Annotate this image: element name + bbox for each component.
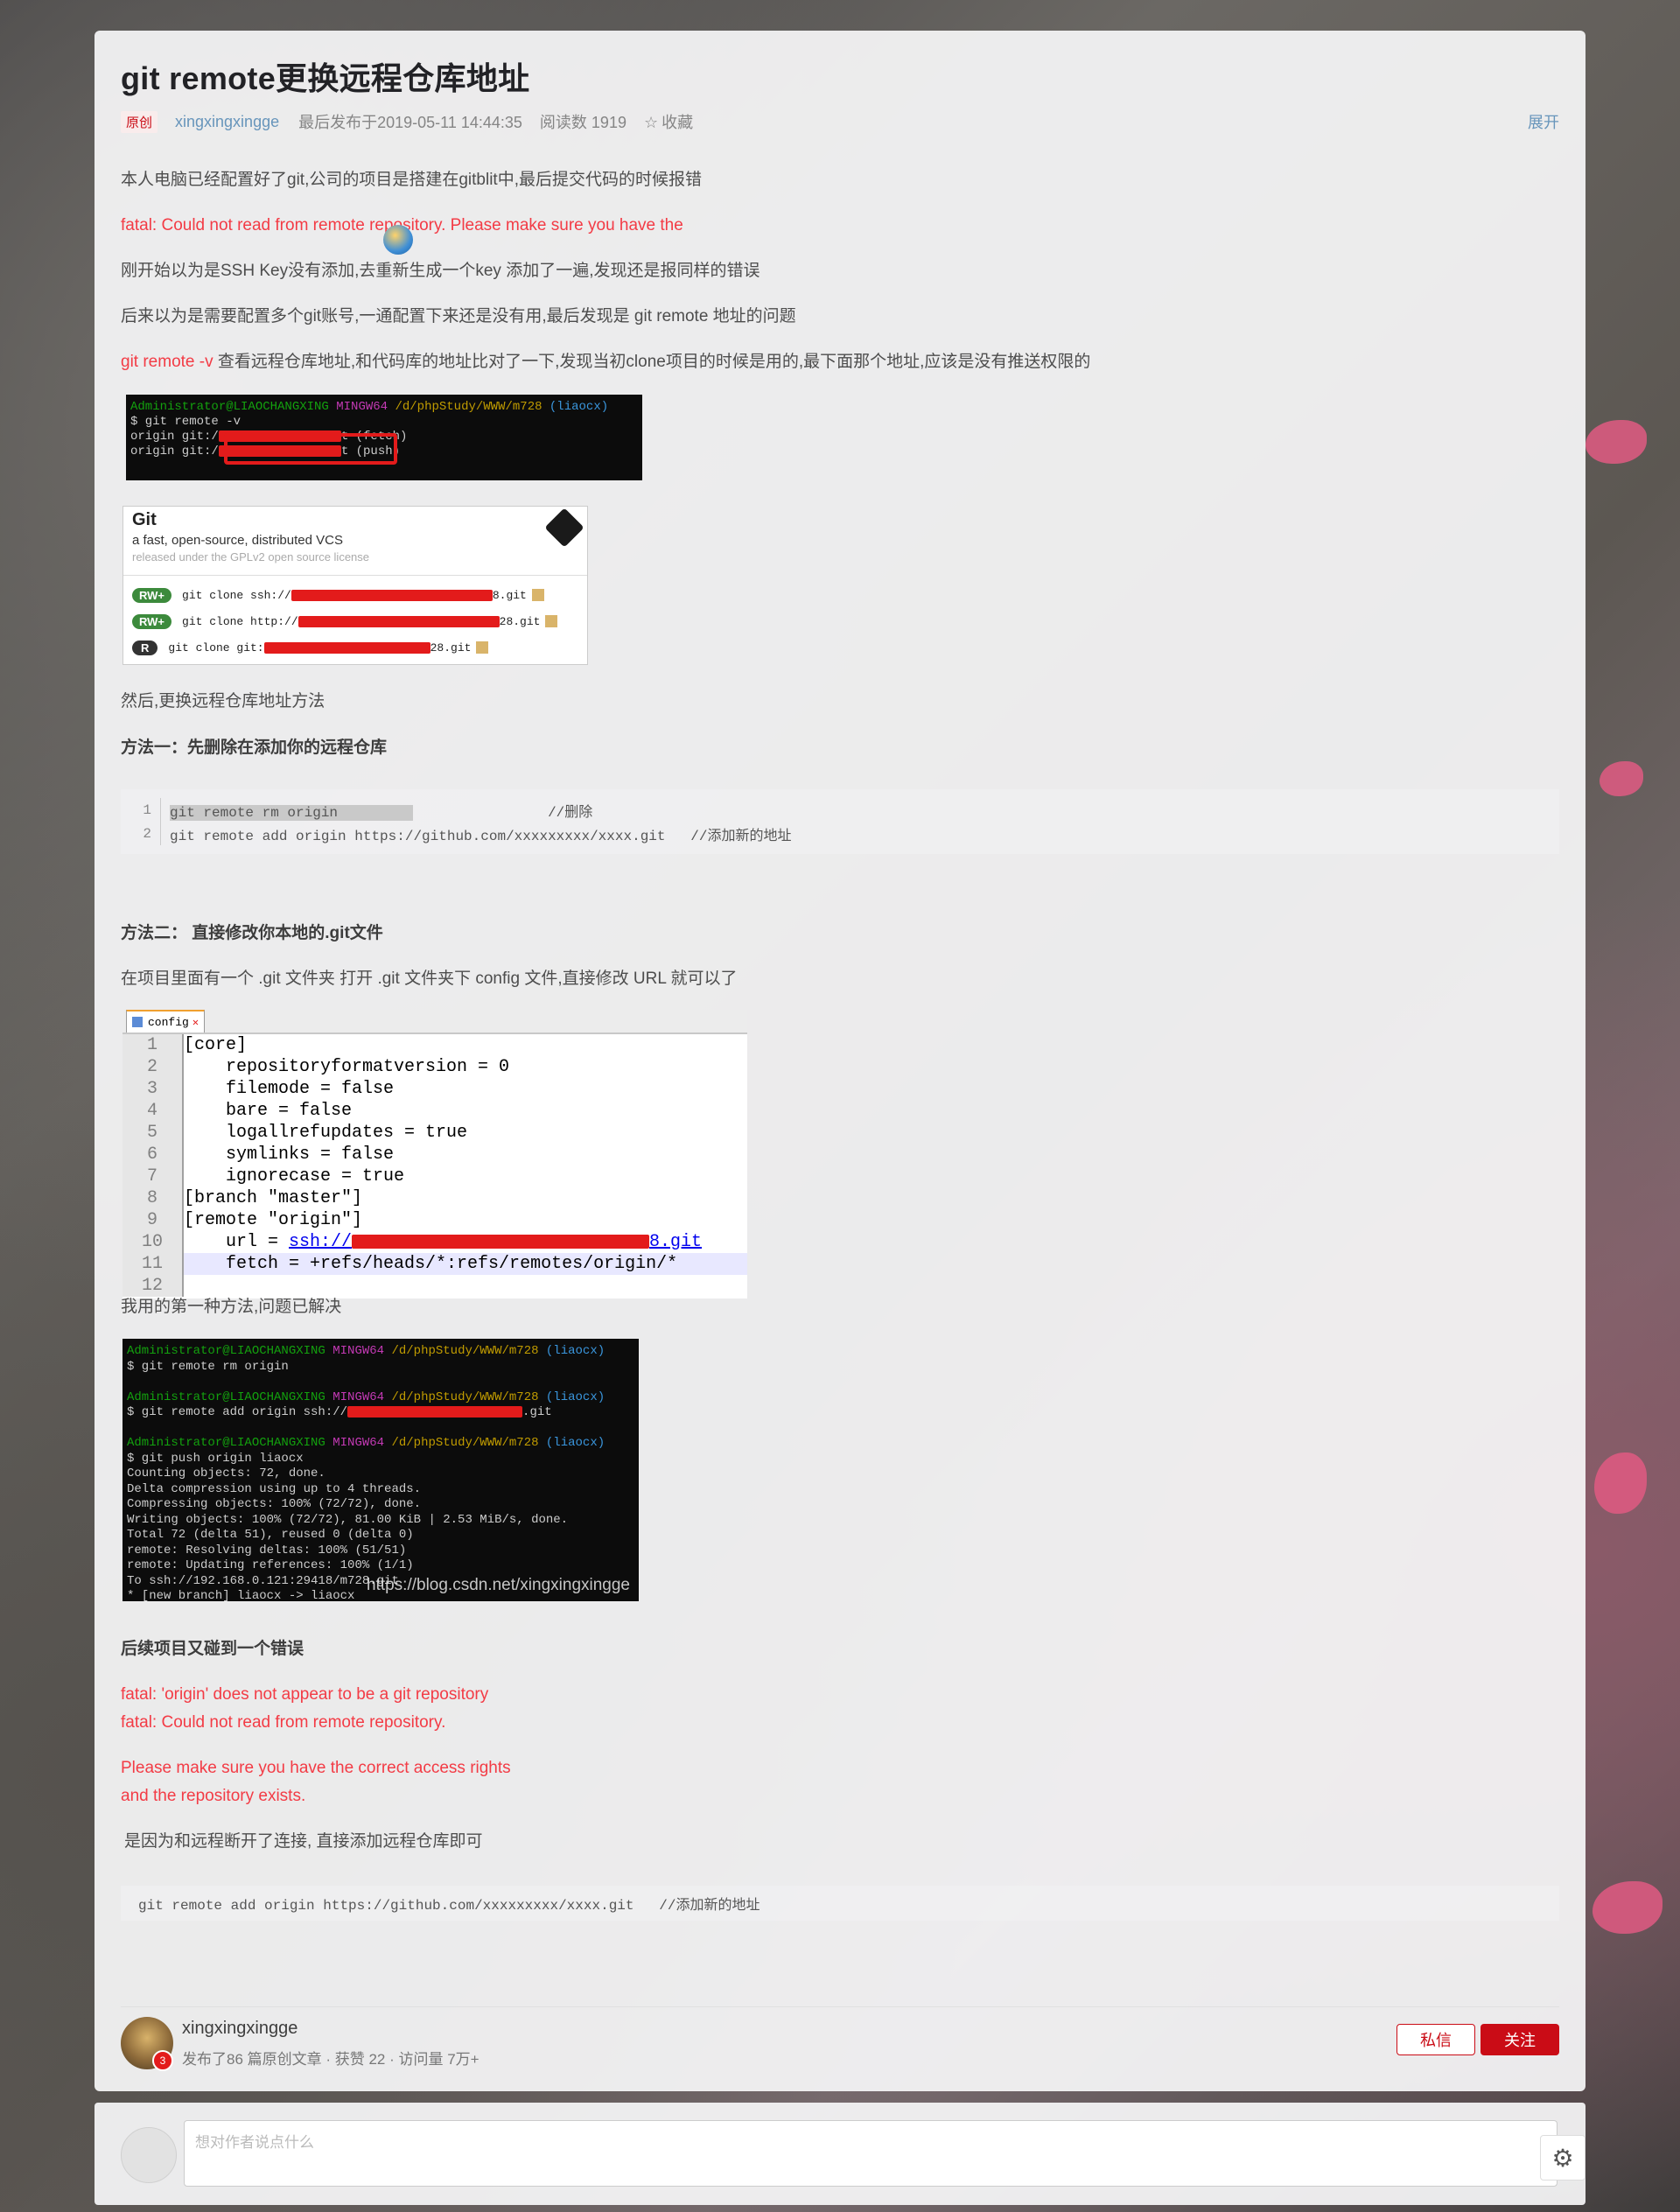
error-line: and the repository exists. bbox=[121, 1787, 306, 1805]
watermark: https://blog.csdn.net/xingxingxingge bbox=[366, 1575, 630, 1594]
gear-icon: ⚙ bbox=[1551, 2144, 1574, 2172]
error-line: Please make sure you have the correct ac… bbox=[121, 1759, 511, 1777]
author-link[interactable]: xingxingxingge bbox=[175, 113, 279, 131]
file-icon bbox=[132, 1017, 143, 1027]
code-line: 1 git remote rm origin //删除 bbox=[121, 798, 1559, 822]
background-petal bbox=[1586, 420, 1647, 464]
inline-command: git remote -v bbox=[121, 353, 214, 371]
paragraph: 本人电脑已经配置好了git,公司的项目是搭建在gitblit中,最后提交代码的时… bbox=[121, 171, 702, 189]
divider bbox=[121, 2006, 1559, 2007]
section-heading: 后续项目又碰到一个错误 bbox=[121, 1640, 304, 1658]
section-heading: 方法一：先删除在添加你的远程仓库 bbox=[121, 738, 388, 757]
paragraph-text: 查看远程仓库地址,和代码库的地址比对了一下,发现当初clone项目的时候是用的,… bbox=[213, 353, 1091, 371]
background-petal bbox=[1592, 1881, 1662, 1934]
terminal-screenshot: Administrator@LIAOCHANGXING MINGW64 /d/p… bbox=[122, 1339, 639, 1601]
copy-icon[interactable] bbox=[531, 589, 544, 601]
close-icon: ✕ bbox=[192, 1016, 200, 1029]
author-stats: 发布了86 篇原创文章 · 获赞 22 · 访问量 7万+ bbox=[182, 2051, 480, 2068]
author-name[interactable]: xingxingxingge bbox=[182, 2019, 298, 2039]
rw-badge: RW+ bbox=[132, 587, 172, 603]
code-block: git remote add origin https://github.com… bbox=[121, 1886, 1559, 1921]
settings-button[interactable]: ⚙ bbox=[1540, 2135, 1586, 2180]
editor-screenshot: config ✕ 1 [core] 2 repositoryformatversi… bbox=[122, 1010, 747, 1298]
original-tag: 原创 bbox=[121, 110, 158, 133]
expand-link[interactable]: 展开 bbox=[1528, 110, 1559, 133]
read-count: 阅读数 1919 bbox=[539, 114, 626, 131]
paragraph: 是因为和远程断开了连接, 直接添加远程仓库即可 bbox=[124, 1832, 483, 1851]
comment-card: 想对作者说点什么 bbox=[94, 2103, 1586, 2205]
collect-button[interactable]: ☆ 收藏 bbox=[644, 110, 693, 133]
article-title: git remote更换远程仓库地址 bbox=[121, 60, 530, 96]
error-line: fatal: Could not read from remote reposi… bbox=[121, 1713, 446, 1732]
collect-label: 收藏 bbox=[662, 114, 694, 131]
gitblit-subtitle: a fast, open-source, distributed VCS bbox=[132, 533, 343, 548]
gitblit-license: released under the GPLv2 open source lic… bbox=[132, 550, 370, 564]
message-button[interactable]: 私信 bbox=[1396, 2024, 1475, 2055]
paragraph: 后来以为是需要配置多个git账号,一通配置下来还是没有用,最后发现是 git r… bbox=[121, 307, 796, 326]
user-avatar bbox=[121, 2127, 177, 2183]
follow-button[interactable]: 关注 bbox=[1480, 2024, 1559, 2055]
code-line: git remote add origin https://github.com… bbox=[138, 1898, 760, 1914]
paragraph: 然后,更换远程仓库地址方法 bbox=[121, 692, 326, 710]
article-meta: 原创 xingxingxingge 最后发布于2019-05-11 14:44:… bbox=[121, 108, 1559, 136]
publish-time: 最后发布于2019-05-11 14:44:35 bbox=[298, 114, 522, 131]
section-heading: 方法二： 直接修改你本地的.git文件 bbox=[121, 924, 383, 942]
article-card: git remote更换远程仓库地址 原创 xingxingxingge 最后发… bbox=[94, 31, 1586, 2091]
star-icon: ☆ bbox=[643, 114, 659, 131]
git-logo-icon bbox=[544, 508, 584, 548]
redaction-box bbox=[224, 433, 397, 465]
copy-icon[interactable] bbox=[476, 641, 489, 654]
code-block: 1 git remote rm origin //删除 2 git remote a… bbox=[121, 789, 1559, 854]
paragraph: 在项目里面有一个 .git 文件夹 打开 .git 文件夹下 config 文件… bbox=[121, 970, 738, 988]
level-badge: 3 bbox=[152, 2050, 173, 2071]
gitblit-title: Git bbox=[132, 510, 157, 529]
paragraph: 我用的第一种方法,问题已解决 bbox=[121, 1298, 342, 1316]
comment-placeholder: 想对作者说点什么 bbox=[195, 2134, 314, 2151]
terminal-screenshot: Administrator@LIAOCHANGXING MINGW64 /d/p… bbox=[126, 395, 642, 480]
tab-config: config ✕ bbox=[126, 1010, 206, 1032]
gitblit-screenshot: Git a fast, open-source, distributed VCS… bbox=[122, 506, 588, 665]
error-line: fatal: 'origin' does not appear to be a … bbox=[121, 1685, 489, 1704]
background-petal bbox=[1594, 1452, 1647, 1514]
rw-badge: RW+ bbox=[132, 613, 172, 629]
paragraph: 刚开始以为是SSH Key没有添加,去重新生成一个key 添加了一遍,发现还是报… bbox=[121, 262, 760, 280]
comment-input[interactable]: 想对作者说点什么 bbox=[184, 2120, 1558, 2187]
copy-icon[interactable] bbox=[545, 615, 558, 627]
code-line: 2 git remote add origin https://github.co… bbox=[121, 822, 1559, 845]
background-petal bbox=[1600, 761, 1643, 796]
r-badge: R bbox=[132, 640, 158, 655]
floating-ball-icon[interactable] bbox=[383, 225, 413, 255]
paragraph: git remote -v 查看远程仓库地址,和代码库的地址比对了一下,发现当初… bbox=[121, 350, 1090, 374]
author-card: 3 xingxingxingge 发布了86 篇原创文章 · 获赞 22 · 访… bbox=[121, 2017, 1559, 2078]
